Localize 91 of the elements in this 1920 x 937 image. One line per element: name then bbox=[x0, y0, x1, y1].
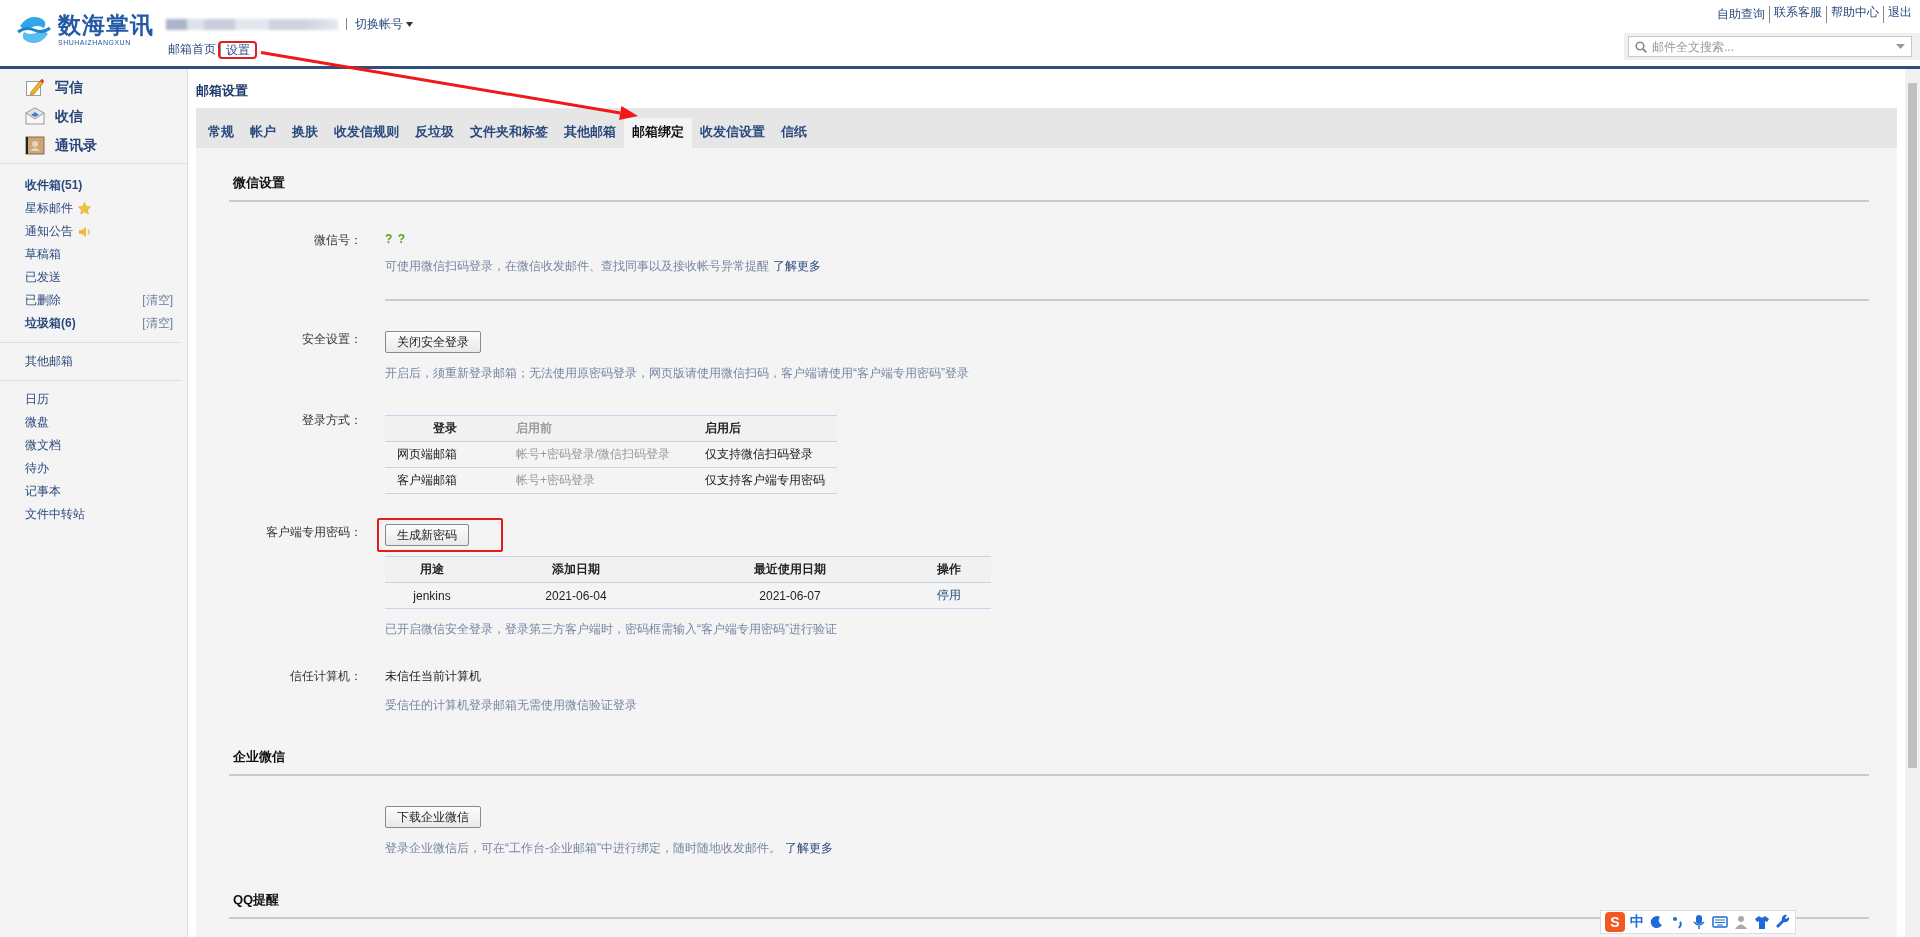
field-label: 客户端专用密码： bbox=[266, 525, 362, 539]
empty-folder-link[interactable]: [清空] bbox=[142, 315, 173, 332]
tab[interactable]: 换肤 bbox=[284, 118, 326, 148]
table-cell: jenkins bbox=[385, 582, 479, 609]
column-header: 添加日期 bbox=[479, 556, 673, 583]
column-header: 操作 bbox=[907, 556, 991, 583]
table-cell: 帐号+密码登录/微信扫码登录 bbox=[504, 441, 693, 468]
table-cell: 网页端邮箱 bbox=[385, 441, 504, 468]
scrollbar-thumb[interactable] bbox=[1908, 83, 1917, 768]
microphone-icon bbox=[1691, 914, 1707, 930]
keyboard-icon bbox=[1712, 914, 1728, 930]
column-header: 启用前 bbox=[504, 415, 693, 442]
sidebar-item[interactable]: 通知公告 bbox=[25, 223, 73, 240]
disable-link[interactable]: 停用 bbox=[937, 588, 961, 602]
sidebar-item[interactable]: 微文档 bbox=[25, 437, 61, 454]
empty-folder-link[interactable]: [清空] bbox=[142, 292, 173, 309]
field-label: 安全设置： bbox=[302, 332, 362, 346]
learn-more-link[interactable]: 了解更多 bbox=[773, 259, 821, 273]
table-cell: 2021-06-07 bbox=[673, 582, 907, 609]
tab[interactable]: 常规 bbox=[200, 118, 242, 148]
tab[interactable]: 其他邮箱 bbox=[556, 118, 624, 148]
sidebar-item[interactable]: 日历 bbox=[25, 391, 49, 408]
column-header: 启用后 bbox=[693, 415, 837, 442]
sidebar-item[interactable]: 其他邮箱 bbox=[25, 353, 73, 370]
tab[interactable]: 信纸 bbox=[773, 118, 815, 148]
header-link[interactable]: 帮助中心 bbox=[1826, 6, 1879, 23]
table-cell: 客户端邮箱 bbox=[385, 467, 504, 494]
header-link[interactable]: 联系客服 bbox=[1769, 6, 1822, 23]
table-cell: 仅支持微信扫码登录 bbox=[693, 441, 837, 468]
section-title: 微信设置 bbox=[229, 174, 1869, 202]
switch-account-link[interactable]: 切换帐号 bbox=[346, 18, 413, 30]
sidebar-item[interactable]: 星标邮件 bbox=[25, 200, 73, 217]
page-title: 邮箱设置 bbox=[196, 82, 248, 100]
hint-text: 登录企业微信后，可在“工作台-企业邮箱”中进行绑定，随时随地收发邮件。 bbox=[385, 841, 781, 855]
logo-name: 数海掌讯 bbox=[58, 12, 154, 39]
hint-text: 开启后，须重新登录邮箱；无法使用原密码登录，网页版请使用微信扫码，客户端请使用“客户端专用密码”登录 bbox=[385, 366, 969, 380]
tab[interactable]: 邮箱绑定 bbox=[624, 118, 692, 148]
shirt-icon bbox=[1754, 914, 1770, 930]
header-link[interactable]: 自助查询 bbox=[1717, 6, 1765, 23]
sidebar-item[interactable]: 已删除 bbox=[25, 292, 61, 309]
hint-text: 可使用微信扫码登录，在微信收发邮件、查找同事以及接收帐号异常提醒 bbox=[385, 259, 769, 273]
dropdown-caret-icon bbox=[406, 21, 413, 27]
sidebar-item[interactable]: 垃圾箱(6) bbox=[25, 315, 76, 332]
wrench-icon bbox=[1775, 914, 1791, 930]
person-icon bbox=[1733, 914, 1749, 930]
sidebar-action[interactable]: 写信 bbox=[25, 78, 187, 97]
sidebar-action[interactable]: 通讯录 bbox=[25, 136, 187, 155]
field-value: 未信任当前计算机 bbox=[385, 668, 481, 685]
tab[interactable]: 文件夹和标签 bbox=[462, 118, 556, 148]
speaker-icon bbox=[78, 225, 91, 238]
sidebar-item[interactable]: 文件中转站 bbox=[25, 506, 85, 523]
star-icon bbox=[78, 202, 91, 215]
sidebar-item[interactable]: 收件箱(51) bbox=[25, 177, 83, 194]
header-link[interactable]: 退出 bbox=[1883, 6, 1912, 23]
sidebar-item[interactable]: 微盘 bbox=[25, 414, 49, 431]
section-title: 企业微信 bbox=[229, 748, 1869, 776]
nav-link[interactable]: 邮箱首页 bbox=[166, 40, 218, 59]
column-header: 最近使用日期 bbox=[673, 556, 907, 583]
pencil-icon bbox=[25, 78, 45, 97]
tab[interactable]: 帐户 bbox=[242, 118, 284, 148]
nav-link[interactable]: 设置 bbox=[220, 42, 255, 57]
tab[interactable]: 收发信规则 bbox=[326, 118, 407, 148]
wechat-id: ? ? bbox=[385, 232, 406, 246]
hint-text: 受信任的计算机登录邮箱无需使用微信验证登录 bbox=[385, 698, 637, 712]
button[interactable]: 下载企业微信 bbox=[385, 806, 481, 828]
button[interactable]: 关闭安全登录 bbox=[385, 331, 481, 353]
moon-icon bbox=[1649, 914, 1665, 930]
learn-more-link[interactable]: 了解更多 bbox=[785, 841, 833, 855]
search-icon bbox=[1635, 40, 1647, 53]
hint-text: 已开启微信安全登录，登录第三方客户端时，密码框需输入“客户端专用密码”进行验证 bbox=[385, 622, 837, 636]
table-cell: 仅支持客户端专用密码 bbox=[693, 467, 837, 494]
scrollbar[interactable] bbox=[1905, 69, 1920, 937]
dropdown-caret-icon bbox=[1896, 44, 1905, 49]
sidebar-item[interactable]: 已发送 bbox=[25, 269, 61, 286]
table-cell: 2021-06-04 bbox=[479, 582, 673, 609]
sidebar-item[interactable]: 待办 bbox=[25, 460, 49, 477]
sidebar-item[interactable]: 草稿箱 bbox=[25, 246, 61, 263]
tab[interactable]: 反垃圾 bbox=[407, 118, 462, 148]
contact-card-icon bbox=[25, 136, 45, 155]
field-label: 登录方式： bbox=[302, 413, 362, 427]
sidebar-item[interactable]: 记事本 bbox=[25, 483, 61, 500]
column-header: 登录 bbox=[385, 415, 504, 442]
search-field[interactable]: 邮件全文搜索... bbox=[1628, 36, 1912, 57]
button[interactable]: 生成新密码 bbox=[385, 524, 469, 546]
envelope-icon bbox=[25, 107, 45, 126]
sidebar-action[interactable]: 收信 bbox=[25, 107, 187, 126]
field-label: 信任计算机： bbox=[290, 669, 362, 683]
column-header: 用途 bbox=[385, 556, 479, 583]
table-cell: 帐号+密码登录 bbox=[504, 467, 693, 494]
tab[interactable]: 收发信设置 bbox=[692, 118, 773, 148]
field-label: 微信号： bbox=[314, 233, 362, 247]
